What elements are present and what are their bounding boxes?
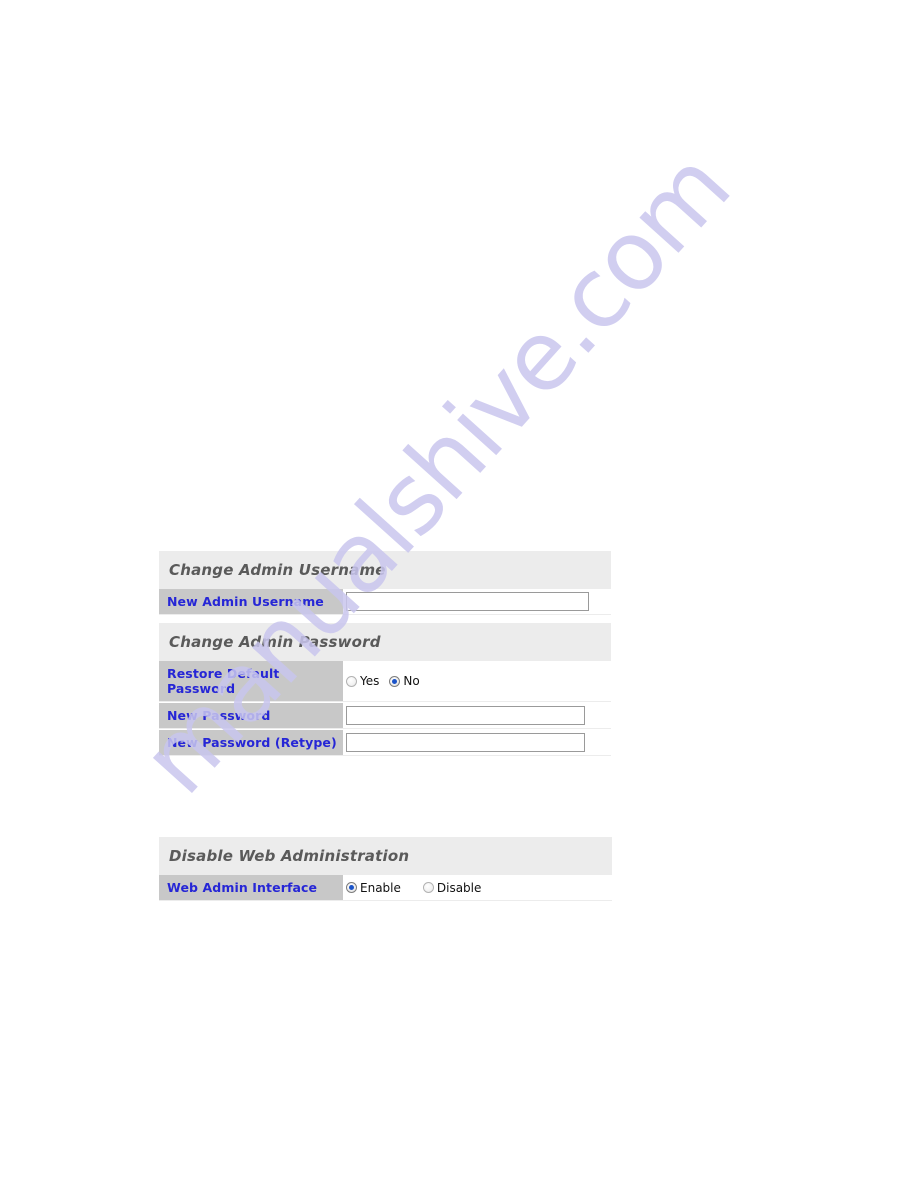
radio-icon-selected[interactable] <box>389 675 401 687</box>
radio-option-yes[interactable]: Yes <box>346 674 379 688</box>
section-title-change-admin-username: Change Admin Username <box>169 561 386 579</box>
label-web-admin-interface: Web Admin Interface <box>159 875 343 900</box>
field-cell <box>343 730 611 755</box>
radio-label-disable: Disable <box>436 880 482 895</box>
table-row: New Password (Retype) <box>159 729 611 756</box>
table-row: New Admin Username <box>159 588 611 615</box>
field-cell <box>343 589 611 614</box>
radio-option-enable[interactable]: Enable <box>346 881 401 895</box>
label-new-admin-username: New Admin Username <box>159 589 343 614</box>
field-cell: Enable Disable <box>343 875 612 900</box>
radio-label-enable: Enable <box>360 880 401 895</box>
field-cell <box>343 703 611 728</box>
section-rows: Restore Default Password Yes No New Pass… <box>159 660 611 756</box>
section-rows: New Admin Username <box>159 588 611 615</box>
radio-label-no: No <box>403 674 420 688</box>
new-admin-username-input[interactable] <box>346 592 589 611</box>
new-password-input[interactable] <box>346 706 585 725</box>
web-admin-interface-radio-group: Enable Disable <box>346 881 487 895</box>
restore-default-password-radio-group: Yes No <box>346 674 426 688</box>
table-row: Restore Default Password Yes No <box>159 660 611 702</box>
section-title-disable-web-administration: Disable Web Administration <box>169 847 410 865</box>
section-change-admin-username: Change Admin Username New Admin Username <box>159 551 611 615</box>
section-rows: Web Admin Interface Enable Disable <box>159 874 612 901</box>
table-row: Web Admin Interface Enable Disable <box>159 874 612 901</box>
radio-option-no[interactable]: No <box>389 674 420 688</box>
radio-icon-selected[interactable] <box>346 882 357 893</box>
radio-icon-unselected[interactable] <box>422 882 434 893</box>
radio-label-yes: Yes <box>360 674 380 688</box>
new-password-retype-input[interactable] <box>346 733 585 752</box>
field-cell: Yes No <box>343 661 611 701</box>
section-disable-web-administration: Disable Web Administration Web Admin Int… <box>159 837 612 901</box>
section-change-admin-password: Change Admin Password Restore Default Pa… <box>159 623 611 756</box>
radio-option-disable[interactable]: Disable <box>422 880 482 895</box>
radio-icon-unselected[interactable] <box>346 675 357 687</box>
label-new-password-retype: New Password (Retype) <box>159 730 343 755</box>
section-title-change-admin-password: Change Admin Password <box>169 633 381 651</box>
table-row: New Password <box>159 702 611 729</box>
label-restore-default-password: Restore Default Password <box>159 661 343 701</box>
label-new-password: New Password <box>159 703 343 728</box>
